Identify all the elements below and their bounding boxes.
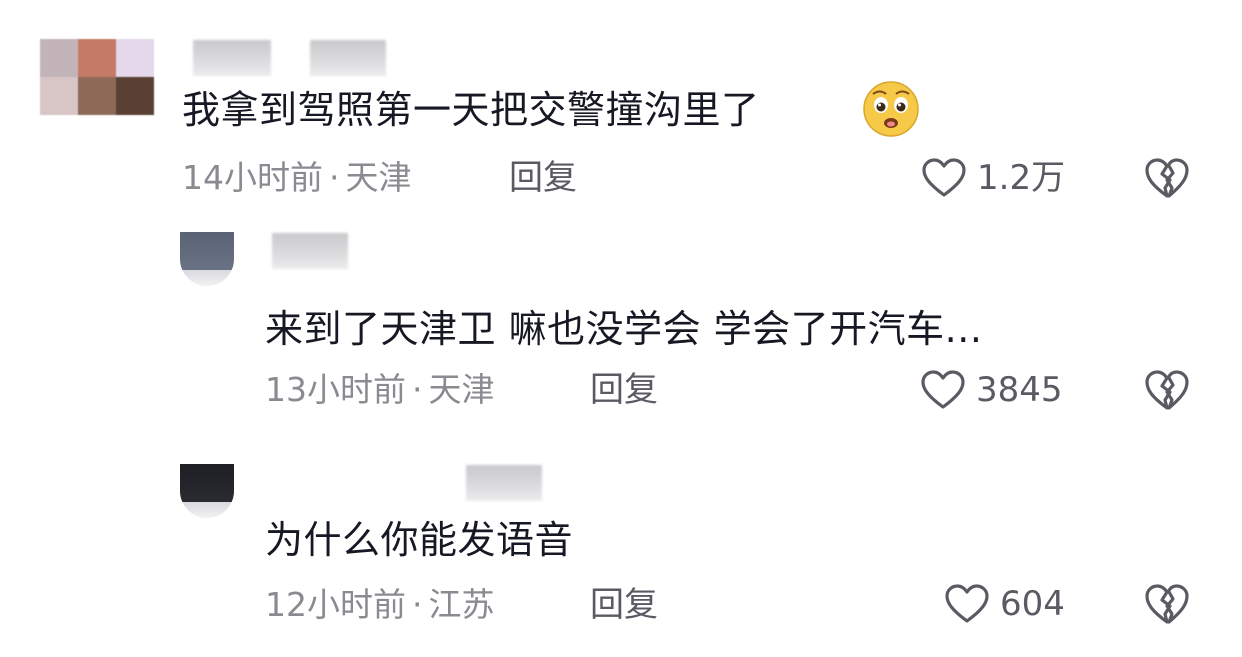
- comment-location: 天津: [428, 370, 495, 409]
- like-count: 3845: [976, 370, 1063, 410]
- like-count: 604: [1000, 584, 1065, 624]
- pleading-face-emoji: [863, 81, 919, 137]
- comment-time: 12小时前: [265, 585, 406, 624]
- like-count: 1.2万: [977, 158, 1066, 198]
- username[interactable]: [310, 40, 386, 76]
- comment-meta: 13小时前 · 天津: [265, 370, 495, 410]
- comment-item: 我拿到驾照第一天把交警撞沟里了 14小时前 · 天津 回复 1.2万: [0, 0, 1242, 220]
- comment-time: 14小时前: [182, 158, 323, 197]
- reply-button[interactable]: 回复: [590, 585, 658, 625]
- heart-outline-icon: [921, 370, 965, 409]
- meta-separator: ·: [329, 158, 340, 197]
- username[interactable]: [272, 233, 348, 269]
- like-button[interactable]: 3845: [920, 367, 1063, 413]
- reply-button[interactable]: 回复: [509, 158, 577, 198]
- comment-text: 我拿到驾照第一天把交警撞沟里了: [182, 88, 760, 132]
- avatar[interactable]: [40, 39, 154, 115]
- like-button[interactable]: 1.2万: [921, 155, 1065, 201]
- broken-heart-icon[interactable]: [1143, 156, 1191, 200]
- heart-outline-icon: [922, 158, 966, 197]
- username[interactable]: [193, 40, 271, 76]
- reply-comment-item: 来到了天津卫 嘛也没学会 学会了开汽车... 13小时前 · 天津 回复 3845: [0, 220, 1242, 440]
- username[interactable]: [466, 465, 542, 501]
- comment-text: 为什么你能发语音: [265, 518, 574, 562]
- meta-separator: ·: [412, 370, 423, 409]
- heart-outline-icon: [945, 584, 989, 623]
- meta-separator: ·: [412, 585, 423, 624]
- reply-comment-item: 为什么你能发语音 12小时前 · 江苏 回复 604: [0, 440, 1242, 657]
- broken-heart-icon[interactable]: [1143, 368, 1191, 412]
- broken-heart-icon[interactable]: [1143, 582, 1191, 626]
- reply-button[interactable]: 回复: [590, 370, 658, 410]
- avatar[interactable]: [180, 232, 234, 286]
- like-button[interactable]: 604: [944, 581, 1065, 627]
- comment-location: 江苏: [428, 585, 495, 624]
- comment-location: 天津: [345, 158, 412, 197]
- comment-text: 来到了天津卫 嘛也没学会 学会了开汽车...: [265, 307, 983, 351]
- comment-time: 13小时前: [265, 370, 406, 409]
- comment-meta: 12小时前 · 江苏: [265, 585, 495, 625]
- avatar[interactable]: [180, 464, 234, 518]
- comment-meta: 14小时前 · 天津: [182, 158, 412, 198]
